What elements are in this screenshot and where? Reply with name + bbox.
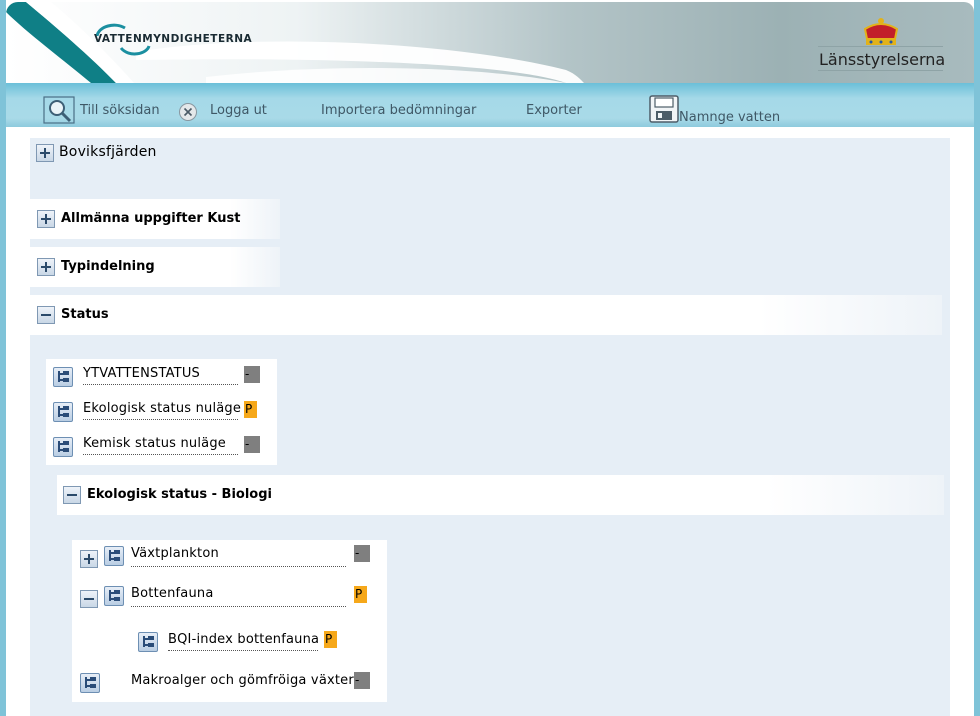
bio-row-label[interactable]: Bottenfauna (131, 586, 214, 601)
dotted-leader (168, 650, 318, 651)
tree-node-icon[interactable] (104, 546, 124, 566)
status-row-label[interactable]: YTVATTENSTATUS (83, 366, 200, 381)
collapse-status-icon[interactable] (37, 306, 55, 324)
collapse-node-icon[interactable] (80, 590, 98, 608)
partner-rule-bottom (818, 70, 943, 71)
status-value-badge: - (244, 436, 260, 453)
bio-value-badge: P (324, 631, 337, 648)
section-type-title: Typindelning (61, 259, 155, 274)
water-name: Boviksfjärden (59, 144, 157, 160)
tree-node-icon[interactable] (53, 402, 73, 422)
section-eco-biology[interactable]: Ekologisk status - Biologi (57, 475, 944, 515)
bio-value-badge: P (354, 586, 367, 603)
window-frame-right (974, 0, 980, 716)
toolbar: Till söksidan Logga ut Importera bedömni… (6, 83, 974, 127)
tree-node-icon[interactable] (80, 673, 100, 693)
status-row-label[interactable]: Kemisk status nuläge (83, 436, 226, 451)
section-general-title: Allmänna uppgifter Kust (61, 211, 241, 226)
brand-name: VATTENMYNDIGHETERNA (94, 33, 253, 45)
page-header: VATTENMYNDIGHETERNA Länsstyrelserna (6, 2, 974, 83)
close-icon[interactable] (178, 102, 198, 122)
bio-value-badge: - (354, 672, 370, 689)
partner-rule-top (818, 46, 943, 47)
expand-node-icon[interactable] (80, 550, 98, 568)
content-area: Boviksfjärden Allmänna uppgifter Kust Ty… (30, 138, 950, 716)
biology-rows-panel: Växtplankton - Bottenfauna P BQI-index b… (72, 540, 387, 702)
tree-node-icon[interactable] (138, 632, 158, 652)
expand-type-icon[interactable] (37, 258, 55, 276)
dotted-leader (131, 566, 346, 567)
save-icon[interactable] (649, 95, 679, 123)
bio-row-label[interactable]: Växtplankton (131, 546, 219, 561)
search-page-link[interactable]: Till söksidan (80, 103, 160, 118)
section-general[interactable]: Allmänna uppgifter Kust (30, 199, 280, 239)
section-status[interactable]: Status (30, 295, 942, 335)
tree-node-icon[interactable] (53, 367, 73, 387)
dotted-leader (83, 454, 238, 455)
name-water-link[interactable]: Namnge vatten (679, 110, 780, 125)
expand-general-icon[interactable] (37, 210, 55, 228)
dotted-leader (83, 384, 238, 385)
tree-node-icon[interactable] (104, 586, 124, 606)
import-assessments-link[interactable]: Importera bedömningar (321, 103, 476, 118)
crown-icon (863, 18, 899, 45)
export-link[interactable]: Exporter (526, 103, 582, 118)
bio-row-label[interactable]: BQI-index bottenfauna (168, 632, 319, 647)
section-type[interactable]: Typindelning (30, 247, 280, 287)
status-value-badge: - (244, 366, 260, 383)
dotted-leader (83, 419, 238, 420)
logout-link[interactable]: Logga ut (210, 103, 267, 118)
search-icon[interactable] (42, 95, 76, 125)
section-eco-biology-title: Ekologisk status - Biologi (87, 487, 272, 502)
section-status-title: Status (61, 307, 109, 322)
status-rows-panel: YTVATTENSTATUS - Ekologisk status nuläge… (46, 359, 277, 465)
partner-name: Länsstyrelserna (819, 50, 946, 69)
status-value-badge: P (244, 401, 257, 418)
dotted-leader (131, 606, 346, 607)
status-row-label[interactable]: Ekologisk status nuläge (83, 401, 241, 416)
bio-row-label[interactable]: Makroalger och gömfröiga växter (131, 673, 354, 688)
bio-value-badge: - (354, 545, 370, 562)
collapse-eco-biology-icon[interactable] (63, 486, 81, 504)
tree-node-icon[interactable] (53, 437, 73, 457)
expand-water-icon[interactable] (36, 144, 54, 162)
